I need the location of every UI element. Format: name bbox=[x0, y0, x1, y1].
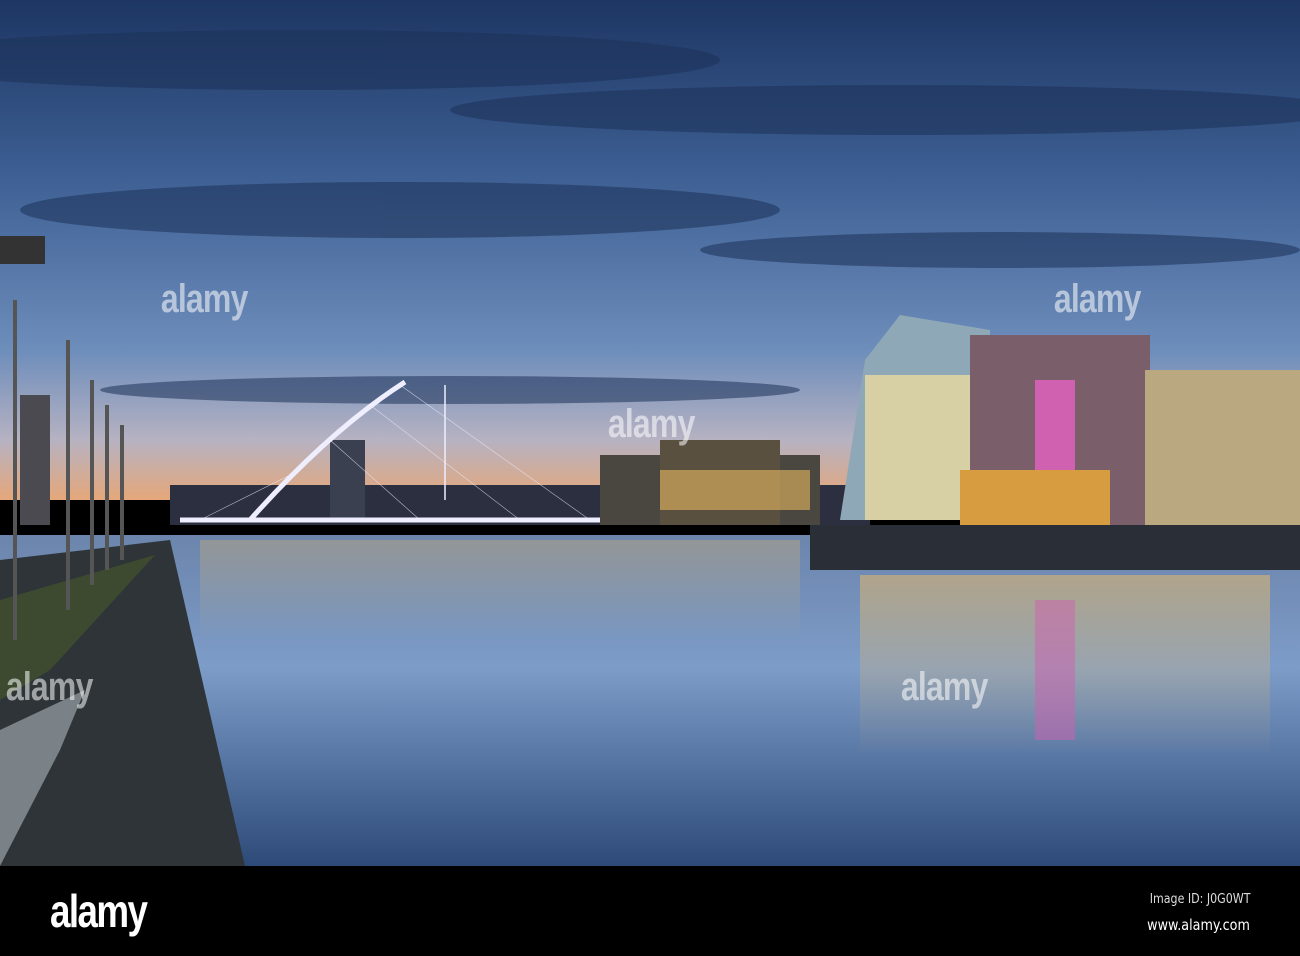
alamy-logo: alamy bbox=[50, 885, 148, 937]
photo: alamy alamy alamy alamy alamy bbox=[0, 0, 1300, 866]
watermark: alamy bbox=[5, 665, 94, 709]
watermark: alamy bbox=[607, 402, 696, 446]
watermark: alamy bbox=[900, 665, 989, 709]
watermark: alamy bbox=[1053, 277, 1142, 321]
watermark: alamy bbox=[160, 277, 249, 321]
website-link[interactable]: www.alamy.com bbox=[1147, 916, 1250, 934]
footer-bar: alamy Image ID: J0G0WT www.alamy.com bbox=[0, 866, 1300, 956]
image-id: Image ID: J0G0WT bbox=[1149, 892, 1250, 907]
